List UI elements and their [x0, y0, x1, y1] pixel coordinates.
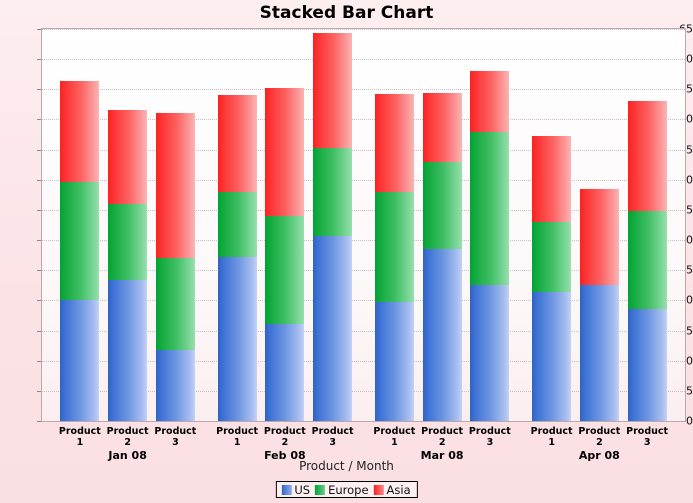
bar-segment-europe[interactable]	[532, 221, 572, 292]
stacked-bar[interactable]	[532, 29, 572, 421]
bar-segment-europe[interactable]	[217, 192, 257, 257]
x-axis-tick-label-line1: Product	[626, 426, 669, 437]
stacked-bar[interactable]	[627, 29, 667, 421]
plot-area	[41, 28, 686, 422]
bar-segment-us[interactable]	[532, 291, 572, 421]
x-axis-tick-label-line2: 3	[329, 437, 336, 448]
chart-title: Stacked Bar Chart	[259, 3, 434, 23]
stacked-bar[interactable]	[60, 29, 100, 421]
bar-segment-us[interactable]	[60, 300, 100, 421]
bar-segment-asia[interactable]	[627, 101, 667, 211]
legend-swatch-us-icon	[281, 484, 292, 495]
bar-segment-us[interactable]	[313, 235, 353, 421]
bar-segment-europe[interactable]	[627, 210, 667, 310]
x-axis-tick-label-line2: 3	[643, 437, 651, 448]
bar-segment-europe[interactable]	[155, 257, 195, 350]
legend-label: US	[294, 482, 311, 497]
bar-segment-asia[interactable]	[60, 80, 100, 183]
bar-segment-europe[interactable]	[60, 182, 100, 301]
stacked-bar[interactable]	[313, 29, 353, 421]
bar-segment-asia[interactable]	[579, 188, 619, 286]
x-axis-tick-label-line1: Product	[154, 426, 197, 437]
x-axis-tick-label-line1: Product	[311, 426, 354, 437]
bar-segment-us[interactable]	[470, 285, 510, 421]
legend-label: Europe	[328, 482, 369, 497]
stacked-bar[interactable]	[374, 29, 414, 421]
x-axis-tick-label-line1: Product	[468, 426, 511, 437]
bar-segment-asia[interactable]	[217, 95, 257, 193]
x-axis-tick-label: Product 3	[146, 426, 206, 448]
bar-segment-us[interactable]	[217, 256, 257, 421]
bar-segment-asia[interactable]	[532, 135, 572, 222]
bar-segment-us[interactable]	[108, 279, 148, 421]
bar-segment-europe[interactable]	[422, 161, 462, 250]
bar-segment-us[interactable]	[422, 249, 462, 421]
bar-segment-asia[interactable]	[374, 94, 414, 193]
bar-segment-asia[interactable]	[313, 32, 353, 149]
bar-segment-europe[interactable]	[470, 131, 510, 286]
stacked-bar[interactable]	[579, 29, 619, 421]
bar-segment-asia[interactable]	[108, 110, 148, 205]
stacked-bar[interactable]	[422, 29, 462, 421]
bar-segment-us[interactable]	[579, 285, 619, 421]
legend-item-asia[interactable]: Asia	[373, 482, 411, 497]
bar-segment-europe[interactable]	[108, 204, 148, 280]
bar-segment-asia[interactable]	[470, 71, 510, 132]
bar-segment-europe[interactable]	[374, 192, 414, 303]
bar-segment-us[interactable]	[155, 349, 195, 421]
bar-segment-europe[interactable]	[313, 148, 353, 236]
stacked-bar[interactable]	[470, 29, 510, 421]
bar-segment-asia[interactable]	[155, 112, 195, 258]
stacked-bar[interactable]	[265, 29, 305, 421]
legend-item-europe[interactable]: Europe	[315, 482, 369, 497]
x-axis-tick-label-line2: 3	[486, 437, 494, 448]
bar-segment-asia[interactable]	[422, 92, 462, 162]
bar-segment-asia[interactable]	[265, 88, 305, 216]
stacked-bar[interactable]	[108, 29, 148, 421]
x-axis-tick-label-line2: 3	[172, 437, 179, 448]
stacked-bar[interactable]	[217, 29, 257, 421]
x-axis-tick-label: Product 3	[303, 426, 363, 448]
bar-segment-europe[interactable]	[265, 215, 305, 324]
stacked-bar-chart: Stacked Bar Chart Value 0 5 10 15 20 25 30 35 40…	[0, 0, 693, 503]
x-axis-tick-label: Product 3	[617, 426, 677, 448]
bar-segment-us[interactable]	[265, 323, 305, 421]
legend-swatch-europe-icon	[315, 484, 326, 495]
legend-label: Asia	[386, 482, 411, 497]
legend-item-us[interactable]: US	[281, 483, 310, 497]
chart-legend: US Europe Asia	[275, 481, 418, 498]
x-axis-title: Product / Month	[299, 459, 394, 473]
y-axis-title: Value	[0, 216, 3, 247]
bar-segment-us[interactable]	[627, 309, 667, 421]
legend-swatch-asia-icon	[373, 484, 384, 495]
bar-segment-us[interactable]	[374, 302, 414, 421]
x-axis-tick-label: Product 3	[460, 426, 520, 448]
stacked-bar[interactable]	[155, 29, 195, 421]
